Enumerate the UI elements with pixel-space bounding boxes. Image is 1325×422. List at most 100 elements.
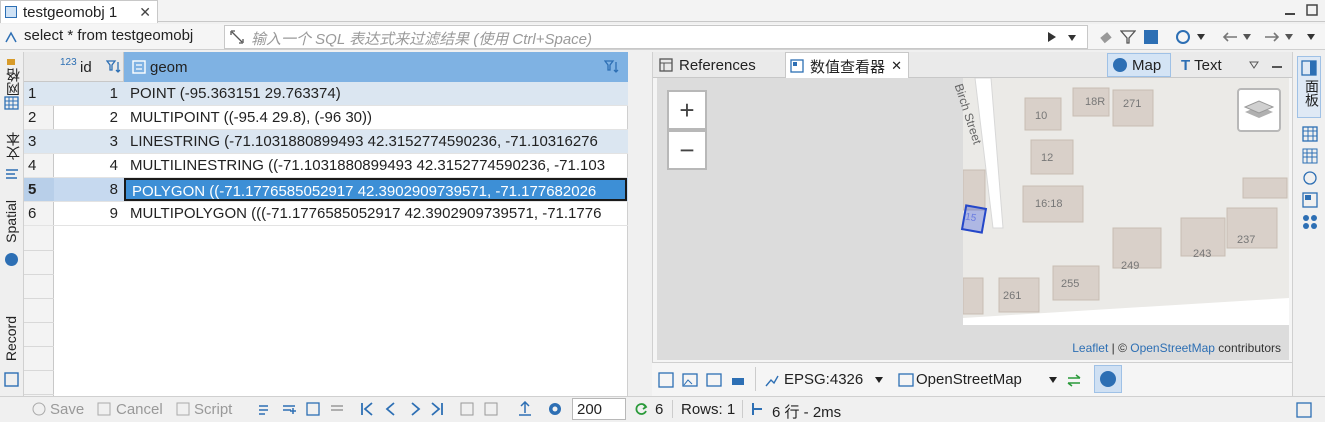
eraser-icon[interactable]: [1098, 29, 1114, 45]
column-header-geom[interactable]: geom: [124, 52, 628, 82]
chevron-down-icon[interactable]: [1196, 33, 1206, 41]
filter-sort-icon[interactable]: [106, 59, 122, 75]
print-icon[interactable]: [730, 372, 746, 388]
table-icon[interactable]: [1302, 126, 1318, 142]
script-button[interactable]: Script: [194, 401, 232, 418]
close-icon[interactable]: ✕: [139, 4, 151, 21]
chevron-down-icon[interactable]: [1306, 33, 1316, 41]
row-number[interactable]: 3: [24, 133, 54, 150]
chevron-down-icon[interactable]: [1249, 61, 1259, 69]
cell-id[interactable]: 9: [54, 205, 124, 222]
cell-geom[interactable]: MULTIPOLYGON (((-71.1776585052917 42.390…: [124, 205, 627, 222]
zoom-in-button[interactable]: +: [667, 90, 707, 130]
save-button[interactable]: Save: [50, 401, 84, 418]
style-button[interactable]: [1094, 365, 1122, 393]
value-panel-icon[interactable]: [1302, 192, 1318, 208]
text-view-button[interactable]: T Text: [1177, 53, 1241, 77]
save-filter-icon[interactable]: [1143, 29, 1159, 45]
table-row[interactable]: 5 8 POLYGON ((-71.1776585052917 42.3902909…: [24, 178, 628, 202]
filter-input[interactable]: 输入一个 SQL 表达式来过滤结果 (使用 Ctrl+Space): [224, 25, 1088, 49]
map-view-button[interactable]: Map: [1107, 53, 1171, 77]
table-row[interactable]: 2 2 MULTIPOINT ((-95.4 29.8), (-96 30)): [24, 106, 628, 130]
cell-geom[interactable]: MULTIPOINT ((-95.4 29.8), (-96 30)): [124, 109, 627, 126]
refresh-icon[interactable]: [634, 402, 648, 416]
fetch-size-input[interactable]: 200: [572, 398, 626, 420]
filter-icon[interactable]: [1120, 29, 1136, 45]
crs-selector[interactable]: EPSG:4326: [784, 371, 863, 388]
group-icon[interactable]: [1302, 170, 1318, 186]
row-number[interactable]: 5: [24, 178, 54, 201]
tab-references[interactable]: References: [653, 52, 783, 78]
tab-grid[interactable]: 网格: [3, 68, 23, 96]
row-number[interactable]: 1: [24, 85, 54, 102]
minimize-icon[interactable]: [1271, 58, 1283, 70]
cancel-button[interactable]: Cancel: [116, 401, 163, 418]
edit-row-icon[interactable]: [258, 402, 272, 416]
grid-icon: [4, 96, 19, 110]
tab-text[interactable]: 文本: [3, 132, 23, 160]
chevron-down-icon[interactable]: [1284, 33, 1294, 41]
copy-row-icon[interactable]: [306, 402, 320, 416]
leaflet-link[interactable]: Leaflet: [1072, 341, 1108, 355]
forward-icon[interactable]: [1264, 30, 1280, 44]
cell-id[interactable]: 2: [54, 109, 124, 126]
layout-icon[interactable]: [460, 402, 474, 416]
table-row[interactable]: 6 9 MULTIPOLYGON (((-71.1776585052917 42.3…: [24, 202, 628, 226]
layers-button[interactable]: [1237, 88, 1281, 132]
row-number[interactable]: 4: [24, 157, 54, 174]
polygon-feature[interactable]: 15: [960, 204, 988, 234]
fit-icon[interactable]: [484, 402, 498, 416]
chevron-down-icon[interactable]: [1048, 376, 1058, 384]
row-number[interactable]: 2: [24, 109, 54, 126]
zoom-fit-icon[interactable]: [658, 372, 674, 388]
chevron-down-icon[interactable]: [1242, 33, 1252, 41]
first-page-icon[interactable]: [360, 402, 374, 416]
cell-id[interactable]: 4: [54, 157, 124, 174]
basemap-selector[interactable]: OpenStreetMap: [916, 371, 1022, 388]
close-icon[interactable]: ✕: [891, 58, 902, 74]
table-row[interactable]: 4 4 MULTILINESTRING ((-71.1031880899493 42…: [24, 154, 628, 178]
panel-toggle-icon[interactable]: [1296, 402, 1312, 418]
tab-spatial[interactable]: Spatial: [3, 200, 19, 243]
export-icon[interactable]: [518, 401, 532, 417]
table-row[interactable]: 1 1 POINT (-95.363151 29.763374): [24, 82, 628, 106]
swap-icon[interactable]: [1066, 373, 1082, 387]
cell-id[interactable]: 1: [54, 85, 124, 102]
grid-icon[interactable]: [1302, 148, 1318, 164]
cell-geom[interactable]: POLYGON ((-71.1776585052917 42.390290973…: [124, 178, 627, 201]
delete-row-icon[interactable]: [330, 402, 344, 416]
cell-id[interactable]: 8: [54, 181, 124, 198]
chevron-down-icon[interactable]: [874, 376, 884, 384]
play-icon[interactable]: [1047, 31, 1057, 43]
expand-icon[interactable]: [229, 29, 245, 45]
filter-sort-icon[interactable]: [604, 59, 620, 75]
column-header-id[interactable]: 123 id: [54, 52, 124, 82]
cell-geom[interactable]: LINESTRING (-71.1031880899493 42.3152774…: [124, 133, 627, 150]
add-row-icon[interactable]: [282, 402, 296, 416]
next-page-icon[interactable]: [408, 402, 422, 416]
maximize-icon[interactable]: [1305, 3, 1319, 17]
image-icon[interactable]: [682, 372, 698, 388]
minimize-icon[interactable]: [1283, 3, 1297, 17]
back-icon[interactable]: [1222, 30, 1238, 44]
dropdown-icon[interactable]: [1067, 34, 1077, 42]
last-page-icon[interactable]: [430, 402, 444, 416]
row-number[interactable]: 6: [24, 205, 54, 222]
editor-tab[interactable]: testgeomobj 1 ✕: [0, 0, 158, 23]
export-image-icon[interactable]: [706, 372, 722, 388]
osm-link[interactable]: OpenStreetMap: [1130, 341, 1215, 355]
cell-geom[interactable]: POINT (-95.363151 29.763374): [124, 85, 627, 102]
cell-geom[interactable]: MULTILINESTRING ((-71.1031880899493 42.3…: [124, 157, 627, 174]
table-row[interactable]: 3 3 LINESTRING (-71.1031880899493 42.31527…: [24, 130, 628, 154]
panels-toggle[interactable]: 面板: [1297, 56, 1321, 118]
sql-query-text[interactable]: select * from testgeomobj: [24, 27, 224, 47]
cell-id[interactable]: 3: [54, 133, 124, 150]
gear-icon[interactable]: [548, 402, 562, 416]
previous-page-icon[interactable]: [384, 402, 398, 416]
map-view[interactable]: Birch Street 10 18R 271 12 16:18 249 243…: [657, 78, 1289, 360]
navigate-icon[interactable]: [1174, 28, 1192, 46]
tab-record[interactable]: Record: [3, 316, 19, 361]
tab-value-viewer[interactable]: 数值查看器 ✕: [785, 52, 909, 79]
zoom-out-button[interactable]: −: [667, 130, 707, 170]
metadata-icon[interactable]: [1302, 214, 1318, 230]
